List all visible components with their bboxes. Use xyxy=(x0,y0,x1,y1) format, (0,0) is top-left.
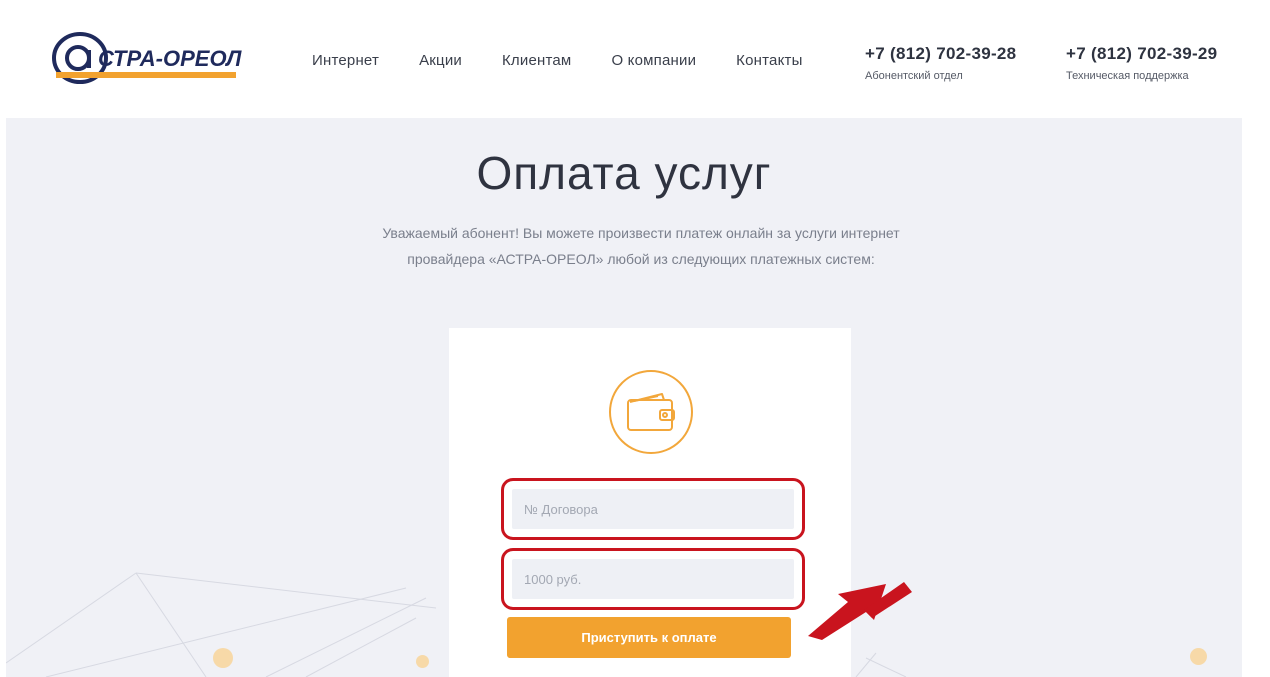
intro-line-2: провайдера «АСТРА-ОРЕОЛ» любой из следую… xyxy=(407,251,875,267)
nav-item-promotions[interactable]: Акции xyxy=(419,52,462,72)
amount-field-highlight xyxy=(501,548,805,610)
phone-support: +7 (812) 702-39-29 Техническая поддержка xyxy=(1066,44,1217,82)
contract-number-input[interactable] xyxy=(512,489,794,529)
nav-item-about[interactable]: О компании xyxy=(611,52,696,72)
nav-item-contacts[interactable]: Контакты xyxy=(736,52,802,72)
phone-label: Техническая поддержка xyxy=(1066,70,1189,82)
nav-item-internet[interactable]: Интернет xyxy=(312,52,379,72)
phone-subscriber: +7 (812) 702-39-28 Абонентский отдел xyxy=(865,44,1016,82)
decor-dot xyxy=(416,655,429,668)
proceed-to-payment-button[interactable]: Приступить к оплате xyxy=(507,617,791,658)
intro-line-1: Уважаемый абонент! Вы можете произвести … xyxy=(382,225,900,241)
arrow-pointer-icon xyxy=(808,582,912,640)
wallet-icon xyxy=(609,370,693,454)
phone-number[interactable]: +7 (812) 702-39-29 xyxy=(1066,44,1217,64)
logo-text: СТРА-ОРЕОЛ xyxy=(98,46,242,71)
contract-field-highlight xyxy=(501,478,805,540)
phone-number[interactable]: +7 (812) 702-39-28 xyxy=(865,44,1016,64)
intro-text: Уважаемый абонент! Вы можете произвести … xyxy=(346,220,936,272)
decor-dot xyxy=(1190,648,1207,665)
decor-dot xyxy=(213,648,233,668)
amount-input[interactable] xyxy=(512,559,794,599)
site-header: СТРА-ОРЕОЛ Интернет Акции Клиентам О ком… xyxy=(0,0,1270,118)
site-logo[interactable]: СТРА-ОРЕОЛ xyxy=(52,30,242,86)
main-nav: Интернет Акции Клиентам О компании Конта… xyxy=(312,52,843,72)
payment-card: Приступить к оплате xyxy=(449,328,851,677)
nav-item-clients[interactable]: Клиентам xyxy=(502,52,571,72)
page-title: Оплата услуг xyxy=(476,147,772,199)
payment-section: Оплата услуг Уважаемый абонент! Вы может… xyxy=(6,118,1242,677)
phone-label: Абонентский отдел xyxy=(865,70,963,82)
